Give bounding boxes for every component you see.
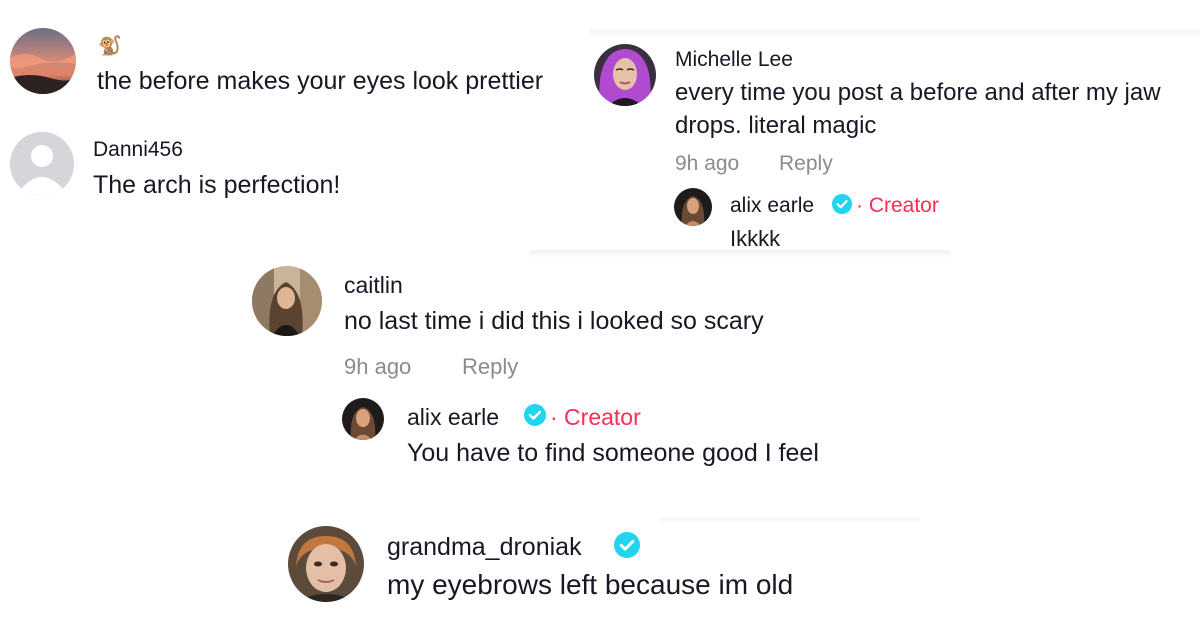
creator-reply: alix earle · Creator You have to find so…	[342, 396, 942, 476]
comment-text-line-2: drops. literal magic	[675, 112, 877, 139]
comment-caitlin: caitlin no last time i did this i looked…	[240, 258, 940, 478]
default-user-avatar[interactable]	[10, 132, 74, 196]
reply-text: You have to find someone good I feel	[407, 439, 819, 467]
monkey-emoji-icon: 🐒	[98, 36, 122, 57]
comment-text: no last time i did this i looked so scar…	[344, 307, 764, 335]
reply-username[interactable]: alix earle	[407, 404, 499, 430]
comment-text: The arch is perfection!	[93, 171, 341, 199]
reply-button[interactable]: Reply	[462, 354, 518, 380]
creator-avatar[interactable]	[674, 188, 712, 226]
creator-label: · Creator	[550, 404, 641, 430]
comment-username[interactable]: grandma_droniak	[387, 533, 582, 561]
comment-michelle: Michelle Lee every time you post a befor…	[590, 36, 1200, 256]
comment-timestamp: 9h ago	[675, 152, 740, 175]
verified-badge-icon	[614, 532, 640, 558]
reply-username[interactable]: alix earle	[730, 194, 814, 218]
grandma-avatar[interactable]	[288, 526, 364, 602]
verified-badge-icon	[524, 404, 546, 426]
reply-text: Ikkkk	[730, 226, 781, 251]
sunset-avatar[interactable]	[10, 28, 76, 94]
comment-text: my eyebrows left because im old	[387, 569, 794, 600]
comment-grandma: grandma_droniak my eyebrows left because…	[280, 520, 980, 620]
comment-username[interactable]: Michelle Lee	[675, 48, 793, 72]
comment-monkey: 🐒 the before makes your eyes look pretti…	[0, 0, 600, 110]
comment-text-line-1: every time you post a before and after m…	[675, 79, 1161, 106]
creator-reply: alix earle · Creator Ikkkk	[674, 186, 1034, 256]
comment-text: the before makes your eyes look prettier	[97, 67, 544, 95]
verified-badge-icon	[832, 194, 852, 214]
comment-username[interactable]: caitlin	[344, 272, 403, 298]
reply-button[interactable]: Reply	[779, 152, 833, 176]
mirror-selfie-avatar[interactable]	[252, 266, 322, 336]
purple-hair-avatar[interactable]	[594, 44, 656, 106]
creator-avatar[interactable]	[342, 398, 384, 440]
creator-label: · Creator	[856, 194, 939, 217]
comment-danni: Danni456 The arch is perfection!	[0, 120, 600, 220]
comment-timestamp: 9h ago	[344, 354, 412, 379]
comment-username[interactable]: Danni456	[93, 138, 183, 162]
